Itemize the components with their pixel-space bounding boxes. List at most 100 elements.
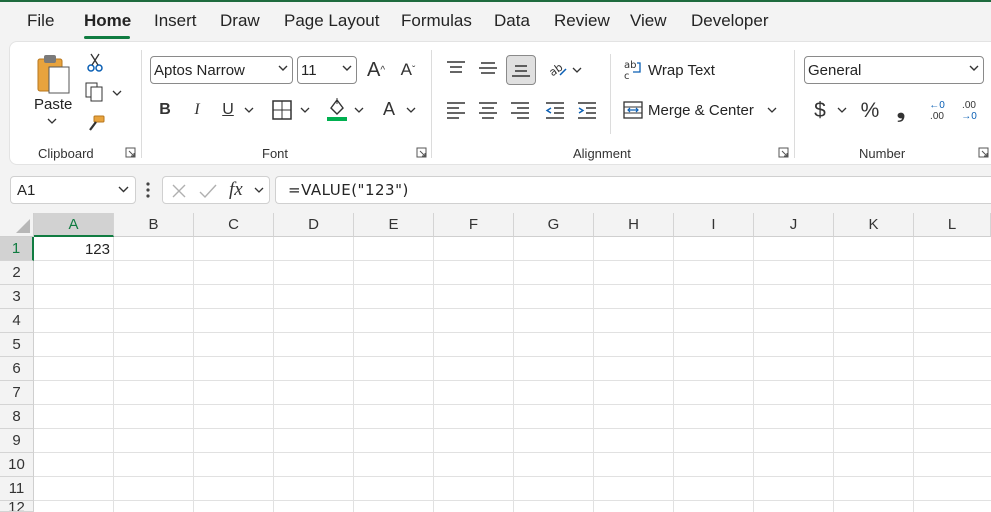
tab-formulas[interactable]: Formulas [401, 11, 472, 31]
orientation-icon[interactable]: ab [544, 56, 570, 80]
row-header-4[interactable]: 4 [0, 309, 34, 333]
align-right-icon[interactable] [508, 98, 532, 122]
clipboard-launcher-icon[interactable] [125, 147, 137, 159]
tab-page-layout[interactable]: Page Layout [284, 11, 379, 31]
column-header-c[interactable]: C [194, 213, 274, 237]
increase-indent-icon[interactable] [575, 98, 599, 122]
increase-decimal-bottom: .00 [930, 111, 944, 122]
decrease-decimal-top: .00 [962, 100, 976, 111]
row-header-5[interactable]: 5 [0, 333, 34, 357]
wrap-text-icon[interactable]: ab c [622, 58, 644, 82]
row-header-7[interactable]: 7 [0, 381, 34, 405]
currency-button[interactable]: $ [809, 97, 831, 125]
underline-chevron-icon[interactable] [243, 104, 255, 116]
cancel-icon[interactable] [171, 183, 187, 199]
align-left-icon[interactable] [444, 98, 468, 122]
font-name-select[interactable]: Aptos Narrow [150, 56, 293, 84]
cell-a1[interactable]: 123 [34, 237, 114, 261]
copy-icon[interactable] [82, 80, 108, 104]
number-format-select[interactable]: General [804, 56, 984, 84]
wrap-text-label[interactable]: Wrap Text [648, 62, 715, 79]
font-name-value: Aptos Narrow [154, 61, 245, 79]
currency-chevron-icon[interactable] [836, 104, 848, 116]
orientation-chevron-icon[interactable] [571, 64, 583, 76]
font-size-select[interactable]: 11 [297, 56, 357, 84]
row-header-2[interactable]: 2 [0, 261, 34, 285]
align-center-icon[interactable] [476, 98, 500, 122]
column-header-j[interactable]: J [754, 213, 834, 237]
row-header-12[interactable]: 12 [0, 501, 34, 512]
paste-label[interactable]: Paste [34, 96, 72, 113]
font-color-button[interactable]: A [378, 96, 400, 122]
number-launcher-icon[interactable] [978, 147, 990, 159]
fill-color-icon[interactable] [324, 96, 350, 122]
column-header-e[interactable]: E [354, 213, 434, 237]
tab-home[interactable]: Home [84, 11, 131, 31]
cut-icon[interactable] [84, 52, 106, 74]
paste-icon[interactable] [34, 52, 74, 98]
font-launcher-icon[interactable] [416, 147, 428, 159]
chevron-down-icon [342, 65, 352, 72]
tab-draw[interactable]: Draw [220, 11, 260, 31]
row-header-11[interactable]: 11 [0, 477, 34, 501]
paste-chevron-icon[interactable] [46, 116, 58, 126]
column-header-h[interactable]: H [594, 213, 674, 237]
row-header-1[interactable]: 1 [0, 237, 34, 261]
select-all-corner[interactable] [0, 213, 34, 237]
fill-color-chevron-icon[interactable] [353, 104, 365, 116]
column-header-i[interactable]: I [674, 213, 754, 237]
ribbon-separator [610, 54, 611, 134]
svg-text:c: c [624, 71, 630, 81]
row-header-6[interactable]: 6 [0, 357, 34, 381]
tab-view[interactable]: View [630, 11, 667, 31]
column-header-a[interactable]: A [34, 213, 114, 237]
merge-center-chevron-icon[interactable] [766, 104, 778, 116]
copy-chevron-icon[interactable] [111, 88, 123, 98]
more-options-icon[interactable] [146, 182, 150, 198]
decrease-decimal-button[interactable]: .00 →0 [956, 97, 982, 125]
font-color-chevron-icon[interactable] [405, 104, 417, 116]
increase-font-button[interactable]: A ^ [364, 56, 388, 84]
tab-developer[interactable]: Developer [691, 11, 769, 31]
row-header-10[interactable]: 10 [0, 453, 34, 477]
font-size-value: 11 [301, 61, 317, 79]
name-box[interactable]: A1 [10, 176, 136, 204]
borders-chevron-icon[interactable] [299, 104, 311, 116]
decrease-indent-icon[interactable] [543, 98, 567, 122]
tab-file[interactable]: File [27, 11, 54, 31]
percent-button[interactable]: % [858, 97, 882, 125]
svg-text:ab: ab [547, 61, 566, 78]
format-painter-icon[interactable] [84, 112, 108, 136]
column-header-f[interactable]: F [434, 213, 514, 237]
column-header-k[interactable]: K [834, 213, 914, 237]
italic-button[interactable]: I [186, 97, 208, 123]
active-tab-indicator [84, 36, 130, 39]
align-bottom-icon[interactable] [506, 55, 536, 85]
row-header-8[interactable]: 8 [0, 405, 34, 429]
tab-insert[interactable]: Insert [154, 11, 197, 31]
underline-button[interactable]: U [217, 97, 239, 123]
decrease-font-button[interactable]: Aˇ [396, 56, 420, 84]
row-header-3[interactable]: 3 [0, 285, 34, 309]
comma-style-button[interactable]: ❟ [892, 97, 910, 125]
enter-check-icon[interactable] [199, 183, 217, 199]
align-top-icon[interactable] [444, 56, 468, 80]
column-header-d[interactable]: D [274, 213, 354, 237]
row-header-9[interactable]: 9 [0, 429, 34, 453]
merge-center-label[interactable]: Merge & Center [648, 102, 754, 119]
borders-icon[interactable] [270, 98, 294, 122]
chevron-down-icon[interactable] [118, 186, 129, 193]
increase-decimal-button[interactable]: ←0 .00 [924, 97, 950, 125]
column-header-b[interactable]: B [114, 213, 194, 237]
formula-input[interactable]: =VALUE("123") [275, 176, 991, 204]
column-header-g[interactable]: G [514, 213, 594, 237]
chevron-down-icon[interactable] [254, 187, 264, 193]
tab-data[interactable]: Data [494, 11, 530, 31]
merge-center-icon[interactable] [622, 98, 644, 122]
align-middle-icon[interactable] [476, 56, 500, 80]
tab-review[interactable]: Review [554, 11, 610, 31]
bold-button[interactable]: B [154, 97, 176, 123]
column-header-l[interactable]: L [914, 213, 991, 237]
alignment-launcher-icon[interactable] [778, 147, 790, 159]
insert-function-button[interactable]: fx [229, 179, 243, 201]
